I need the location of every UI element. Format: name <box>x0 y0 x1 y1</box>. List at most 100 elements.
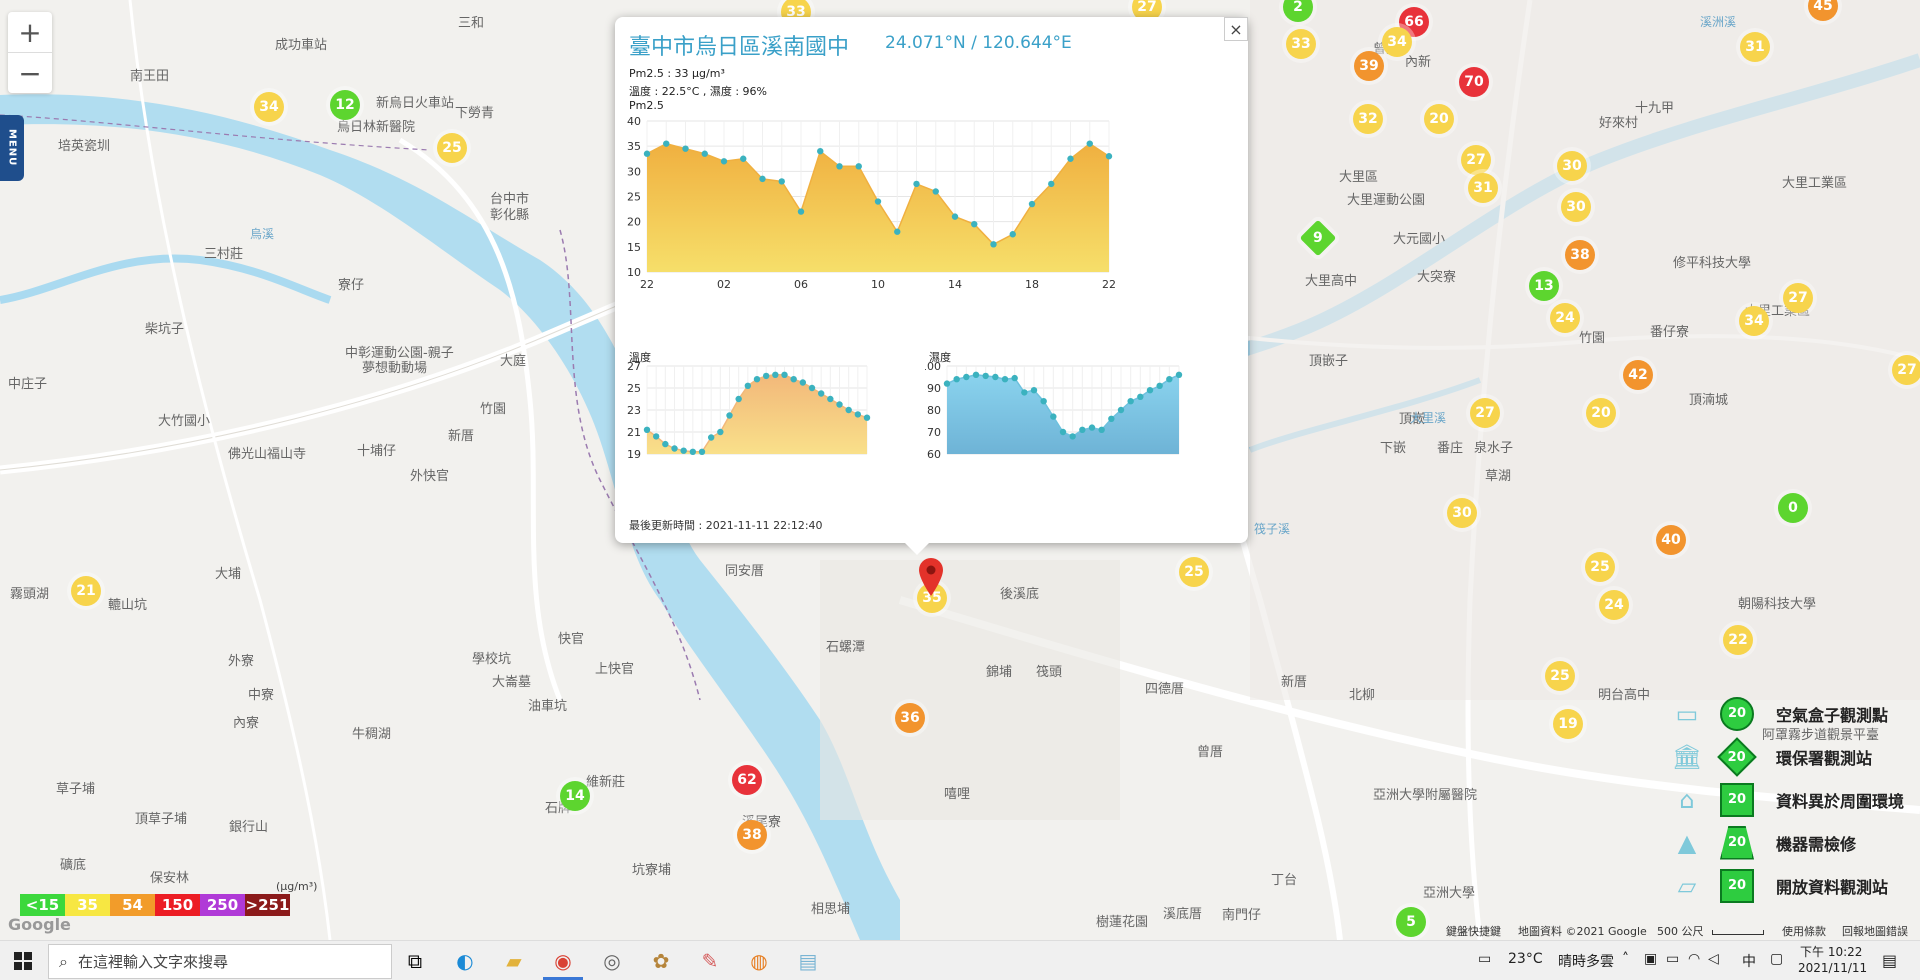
chart-y-tick-label: 23 <box>627 404 641 417</box>
file-explorer-icon[interactable]: ▰ <box>494 945 534 977</box>
sensor-marker[interactable]: 34 <box>1739 306 1769 336</box>
input-mode-icon[interactable]: ▢ <box>1770 951 1783 967</box>
map-scale[interactable]: 500 公尺 <box>1657 923 1704 939</box>
sensor-marker[interactable]: 20 <box>1586 398 1616 428</box>
zoom-out-button[interactable]: − <box>8 53 52 93</box>
location-pin-icon[interactable] <box>918 557 944 597</box>
sensor-marker[interactable]: 25 <box>1179 557 1209 587</box>
sensor-marker[interactable]: 30 <box>1557 151 1587 181</box>
sensor-marker[interactable]: 12 <box>330 90 360 120</box>
sensor-marker[interactable]: 62 <box>732 765 762 795</box>
sensor-marker[interactable]: 38 <box>737 820 767 850</box>
map-place-label: 大庭 <box>500 354 527 369</box>
sensor-marker[interactable]: 24 <box>1599 590 1629 620</box>
map-place-label: 草湖 <box>1485 469 1512 484</box>
notification-icon[interactable]: ▤ <box>1882 951 1897 970</box>
sensor-marker[interactable]: 36 <box>895 703 925 733</box>
sensor-marker[interactable]: 27 <box>1470 398 1500 428</box>
chart-point <box>735 395 742 403</box>
ime-indicator[interactable]: 中 <box>1742 951 1756 971</box>
sensor-marker[interactable]: 0 <box>1778 493 1808 523</box>
edge-browser-icon[interactable]: ◐ <box>445 945 485 977</box>
map-place-label: 相思埔 <box>811 902 851 917</box>
sensor-marker[interactable]: 22 <box>1723 625 1753 655</box>
blender-app-icon[interactable]: ◍ <box>739 945 779 977</box>
sensor-marker[interactable]: 70 <box>1459 67 1489 97</box>
legend: ▭ 20 空氣盒子觀測點 🏛 20 環保署觀測站 ⌂ 20 資料異於周圍環境 ▲… <box>1670 692 1904 907</box>
notes-app-icon[interactable]: ▤ <box>788 945 828 977</box>
sensor-marker[interactable]: 20 <box>1424 104 1454 134</box>
clock-date[interactable]: 2021/11/11 <box>1798 961 1867 975</box>
sensor-marker[interactable]: 34 <box>254 92 284 122</box>
search-icon: ⌕ <box>59 951 68 971</box>
sensor-marker[interactable]: 25 <box>1585 552 1615 582</box>
sensor-marker[interactable]: 5 <box>1396 907 1426 937</box>
sensor-marker[interactable]: 13 <box>1529 271 1559 301</box>
sensor-marker[interactable]: 34 <box>1382 27 1412 57</box>
temp-humidity-reading: 溫度 : 22.5°C , 濕度 : 96% <box>629 85 768 98</box>
menu-tab[interactable]: MENU <box>0 115 24 181</box>
sensor-marker[interactable]: 30 <box>1561 192 1591 222</box>
clock-time[interactable]: 下午 10:22 <box>1800 943 1862 960</box>
chart-point <box>720 158 728 165</box>
sensor-marker[interactable]: 32 <box>1353 104 1383 134</box>
sensor-marker[interactable]: 31 <box>1468 173 1498 203</box>
keyboard-shortcuts-link[interactable]: 鍵盤快捷鍵 <box>1446 923 1501 939</box>
sensor-marker[interactable]: 33 <box>1286 29 1316 59</box>
map-place-label: 轆山坑 <box>108 598 148 613</box>
compass-app-icon[interactable]: ◎ <box>592 945 632 977</box>
chart-y-tick-label: 25 <box>627 382 641 395</box>
chart-point <box>990 241 997 248</box>
sensor-marker[interactable]: 38 <box>1565 240 1595 270</box>
map-canvas[interactable]: 南王田 三和 成功車站 培英瓷圳 新烏日火車站 下勞青 烏日林新醫院 台中市 彰化縣 三村莊 寮仔柴… <box>0 0 1920 940</box>
sensor-marker[interactable]: 24 <box>1550 303 1580 333</box>
chart-point <box>874 198 882 205</box>
sensor-marker[interactable]: 25 <box>437 133 467 163</box>
legend-label: 空氣盒子觀測點 <box>1776 705 1889 725</box>
sensor-marker[interactable]: 21 <box>71 576 101 606</box>
sensor-marker[interactable]: 31 <box>1740 32 1770 62</box>
chart-point <box>680 447 687 454</box>
battery-icon[interactable]: ▭ <box>1666 951 1679 967</box>
chart-point <box>1030 387 1038 394</box>
legend-badge-value: 20 <box>1727 749 1747 764</box>
map-place-label: 新厝 <box>1281 675 1308 690</box>
task-view-icon[interactable]: ⧉ <box>395 945 435 977</box>
legend-badge-diamond: 20 <box>1717 736 1757 777</box>
weather-icon[interactable]: ▭ <box>1478 951 1491 967</box>
weather-temp[interactable]: 23°C <box>1508 951 1543 967</box>
windows-start-button[interactable] <box>0 941 46 980</box>
terms-link[interactable]: 使用條款 <box>1782 923 1826 939</box>
sensor-marker[interactable]: 40 <box>1656 525 1686 555</box>
tray-chevron-icon[interactable]: ˄ <box>1622 951 1629 967</box>
sensor-marker[interactable]: 19 <box>1553 709 1583 739</box>
sensor-marker[interactable]: 27 <box>1783 283 1813 313</box>
chart-point <box>1117 406 1125 414</box>
paint-app-icon[interactable]: ✎ <box>690 945 730 977</box>
wifi-icon[interactable]: ◠ <box>1688 951 1700 967</box>
sensor-marker[interactable]: 27 <box>1461 145 1491 175</box>
chart-x-tick-label: 18 <box>1025 278 1039 291</box>
map-place-label: 好來村 <box>1599 116 1639 131</box>
network-icon[interactable]: ▣ <box>1644 951 1657 967</box>
sensor-marker[interactable]: 14 <box>560 781 590 811</box>
legend-label: 機器需檢修 <box>1776 834 1857 854</box>
sensor-marker[interactable]: 42 <box>1623 360 1653 390</box>
squirrel-app-icon[interactable]: ✿ <box>641 945 681 977</box>
sensor-marker[interactable]: 27 <box>1892 355 1920 385</box>
sensor-marker[interactable]: 25 <box>1545 661 1575 691</box>
sensor-marker[interactable]: 39 <box>1354 51 1384 81</box>
taskbar-search[interactable]: ⌕ 在這裡輸入文字來搜尋 <box>48 944 392 979</box>
volume-icon[interactable]: ◁ <box>1708 951 1719 967</box>
chart-point <box>1108 415 1115 422</box>
station-popup: × 臺中市烏日區溪南國中 24.071°N / 120.644°E Pm2.5 … <box>615 17 1248 555</box>
report-map-error-link[interactable]: 回報地圖錯誤 <box>1842 923 1908 939</box>
map-river-label: 烏溪 <box>250 227 275 241</box>
weather-desc[interactable]: 晴時多雲 <box>1558 951 1614 971</box>
close-button[interactable]: × <box>1224 17 1248 41</box>
chrome-browser-icon[interactable]: ◉ <box>543 945 583 980</box>
chart-y-tick-label: 20 <box>627 216 641 229</box>
legend-row-epa: 🏛 20 環保署觀測站 <box>1670 735 1904 778</box>
zoom-in-button[interactable]: + <box>8 12 52 53</box>
sensor-marker[interactable]: 30 <box>1447 498 1477 528</box>
